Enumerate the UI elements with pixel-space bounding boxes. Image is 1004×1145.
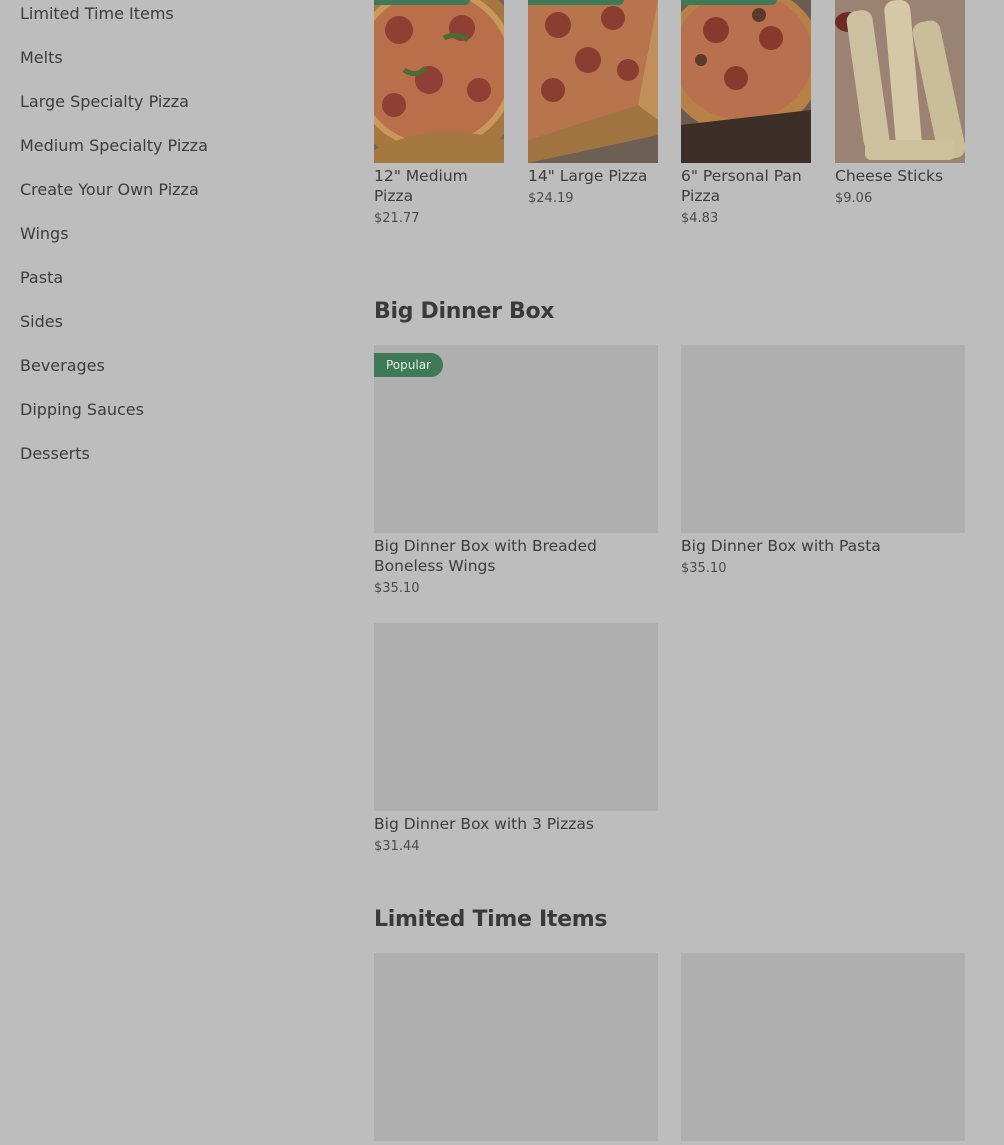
menu-item-card-limited-2[interactable]	[681, 953, 965, 1145]
popular-badge: Popular	[374, 353, 443, 377]
item-price: $21.77	[374, 211, 420, 226]
item-price: $9.06	[835, 191, 873, 206]
cheese-sticks-image	[835, 0, 965, 163]
badge-strip	[681, 0, 777, 5]
menu-item-card-big-dinner-box-pasta[interactable]: Big Dinner Box with Pasta $35.10	[681, 345, 965, 585]
item-price: $24.19	[528, 191, 574, 206]
item-name-line2: Pizza	[374, 187, 414, 205]
item-name: Big Dinner Box with Pasta	[681, 537, 881, 555]
item-name: Big Dinner Box with 3 Pizzas	[374, 815, 594, 833]
item-name-line2: Pizza	[681, 187, 721, 205]
category-medium-specialty-pizza[interactable]: Medium Specialty Pizza	[20, 136, 208, 156]
item-name-line2: Boneless Wings	[374, 557, 496, 575]
item-name: 12" Medium	[374, 167, 468, 185]
menu-item-card-cheese-sticks[interactable]: Cheese Sticks $9.06	[835, 0, 965, 230]
menu-item-card-12in-medium-pizza[interactable]: 12" Medium Pizza $21.77	[374, 0, 504, 230]
pizza-image	[528, 0, 658, 163]
item-price: $31.44	[374, 839, 420, 854]
item-image-placeholder	[681, 345, 965, 533]
category-beverages[interactable]: Beverages	[20, 356, 105, 376]
category-desserts[interactable]: Desserts	[20, 444, 90, 464]
menu-item-card-limited-1[interactable]	[374, 953, 658, 1145]
category-melts[interactable]: Melts	[20, 48, 63, 68]
category-dipping-sauces[interactable]: Dipping Sauces	[20, 400, 144, 420]
item-image-placeholder	[681, 953, 965, 1141]
menu-item-card-6in-personal-pan-pizza[interactable]: 6" Personal Pan Pizza $4.83	[681, 0, 811, 230]
badge-strip	[528, 0, 624, 5]
category-limited-time-items[interactable]: Limited Time Items	[20, 4, 174, 24]
category-sides[interactable]: Sides	[20, 312, 63, 332]
pizza-illustration-icon	[528, 0, 658, 163]
category-pasta[interactable]: Pasta	[20, 268, 63, 288]
menu-item-card-big-dinner-box-wings[interactable]: Popular Big Dinner Box with Breaded Bone…	[374, 345, 658, 600]
item-name: Cheese Sticks	[835, 167, 944, 185]
category-wings[interactable]: Wings	[20, 224, 69, 244]
pizza-image	[374, 0, 504, 163]
item-price: $35.10	[374, 581, 420, 596]
section-title-big-dinner-box: Big Dinner Box	[374, 299, 555, 324]
item-image-placeholder	[374, 623, 658, 811]
section-title-limited-time-items: Limited Time Items	[374, 907, 608, 932]
item-price: $4.83	[681, 211, 719, 226]
menu-item-card-14in-large-pizza[interactable]: 14" Large Pizza $24.19	[528, 0, 658, 230]
cheese-sticks-illustration-icon	[835, 0, 965, 163]
item-price: $35.10	[681, 561, 727, 576]
item-name: Big Dinner Box with Breaded	[374, 537, 597, 555]
pizza-image	[681, 0, 811, 163]
item-image-placeholder: Popular	[374, 345, 658, 533]
category-create-your-own-pizza[interactable]: Create Your Own Pizza	[20, 180, 199, 200]
category-large-specialty-pizza[interactable]: Large Specialty Pizza	[20, 92, 189, 112]
menu-item-card-big-dinner-box-3-pizzas[interactable]: Big Dinner Box with 3 Pizzas $31.44	[374, 623, 658, 863]
pizza-illustration-icon	[681, 0, 811, 163]
pizza-illustration-icon	[374, 0, 504, 163]
item-name: 6" Personal Pan	[681, 167, 802, 185]
badge-strip	[374, 0, 470, 5]
item-image-placeholder	[374, 953, 658, 1141]
item-name: 14" Large Pizza	[528, 167, 648, 185]
